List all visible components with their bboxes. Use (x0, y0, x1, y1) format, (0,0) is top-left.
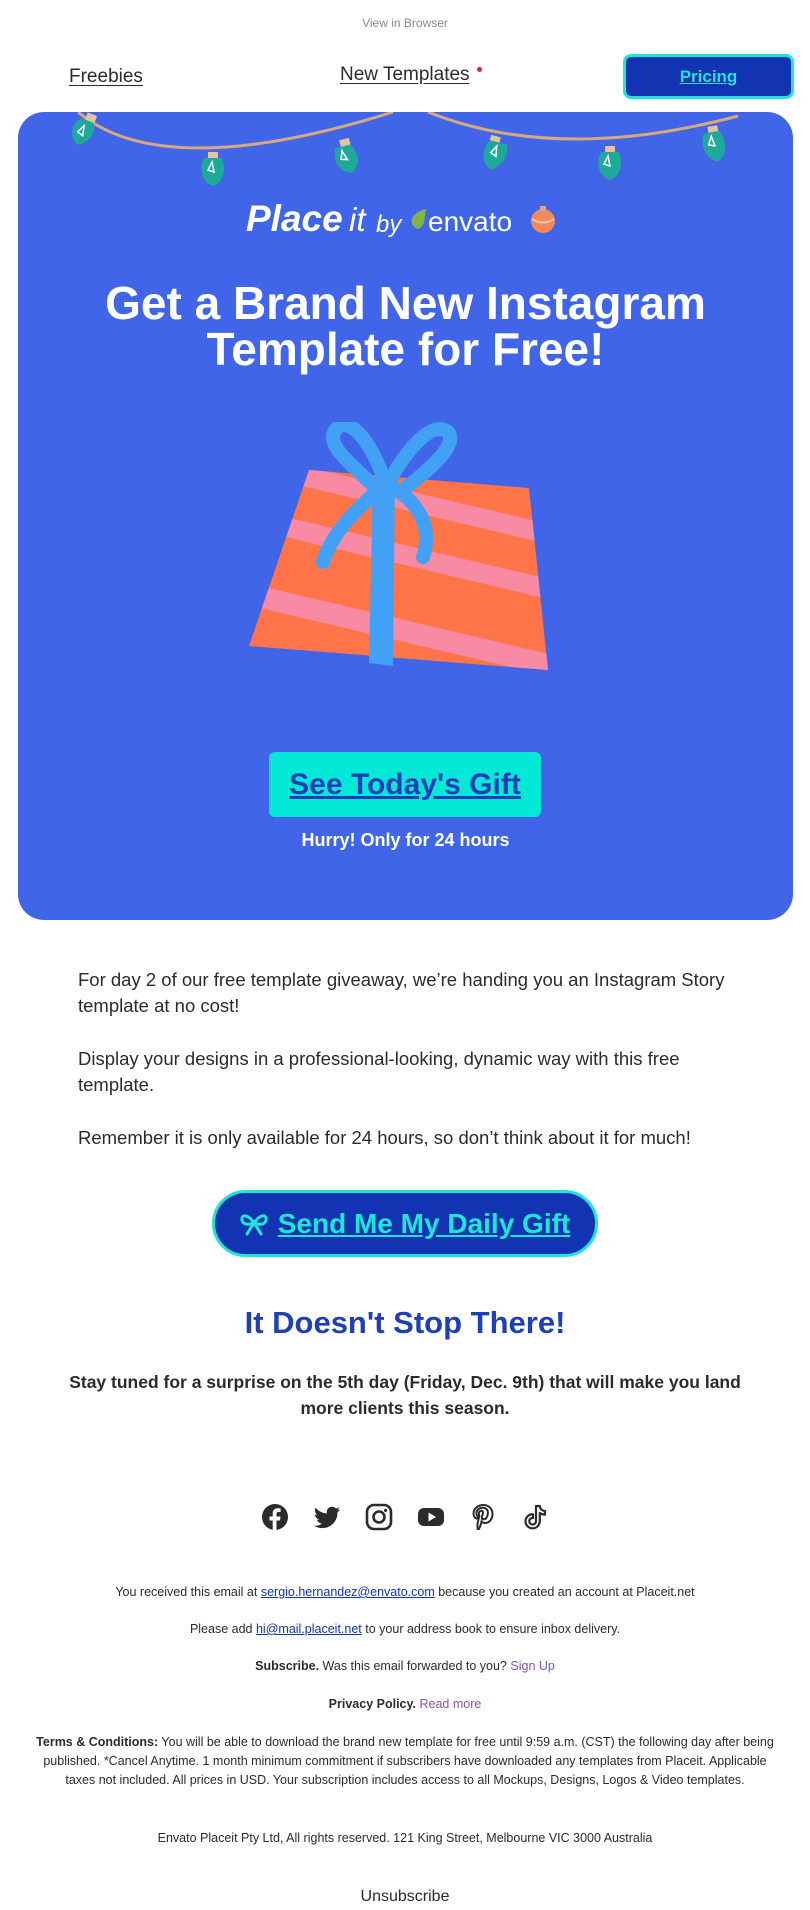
youtube-icon[interactable] (417, 1503, 445, 1536)
light-bulb-icon (334, 137, 358, 173)
instagram-icon[interactable] (365, 1503, 393, 1536)
send-daily-gift-label: Send Me My Daily Gift (277, 1207, 571, 1239)
footer-address-book-notice: Please add hi@mail.placeit.net to your a… (30, 1620, 780, 1639)
pricing-button[interactable]: Pricing (623, 54, 794, 99)
view-in-browser[interactable]: View in Browser (0, 16, 810, 30)
add-pre-text: Please add (189, 1622, 253, 1636)
footer-subscribe: Subscribe. Was this email forwarded to y… (30, 1657, 780, 1676)
footer-privacy: Privacy Policy. Read more (30, 1695, 780, 1714)
nav-new-templates-link[interactable]: New Templates (340, 64, 482, 86)
terms-label: Terms & Conditions: (36, 1735, 159, 1749)
privacy-read-more-link[interactable]: Read more (419, 1697, 481, 1711)
footer-terms: Terms & Conditions: You will be able to … (30, 1733, 780, 1790)
body-paragraph-2: Display your designs in a professional-l… (78, 1048, 680, 1095)
add-post-text: to your address book to ensure inbox del… (365, 1622, 621, 1636)
social-links (0, 1503, 810, 1536)
see-todays-gift-button[interactable]: See Today's Gift (269, 752, 541, 817)
light-bulb-icon (201, 152, 224, 186)
gift-box-illustration (249, 422, 548, 670)
body-paragraph-3: Remember it is only available for 24 hou… (78, 1127, 691, 1148)
svg-text:envato: envato (428, 206, 512, 237)
privacy-label: Privacy Policy. (328, 1697, 416, 1711)
hurry-text: Hurry! Only for 24 hours (301, 830, 510, 850)
teaser-text: Stay tuned for a surprise on the 5th day… (69, 1372, 741, 1418)
subscribe-text: Was this email forwarded to you? (322, 1659, 507, 1673)
body-paragraph-1: For day 2 of our free template giveaway,… (78, 969, 725, 1016)
light-bulb-icon (72, 112, 98, 145)
view-in-browser-link[interactable]: View in Browser (362, 16, 448, 30)
subscribe-label: Subscribe. (255, 1659, 320, 1673)
footer-company-address: Envato Placeit Pty Ltd, All rights reser… (157, 1831, 653, 1845)
top-nav: Freebies New Templates Pricing (0, 54, 810, 100)
hero-title: Get a Brand New Instagram Template for F… (105, 277, 706, 375)
pinterest-icon[interactable] (469, 1503, 497, 1536)
nav-freebies-link[interactable]: Freebies (69, 66, 143, 88)
received-pre-text: You received this email at (115, 1585, 258, 1599)
bow-icon (240, 1213, 268, 1235)
logo-graphic: Place it by envato (246, 198, 555, 239)
hero-banner: Place it by envato Get a Brand New Insta… (18, 112, 793, 920)
footer-received-notice: You received this email at sergio.hernan… (30, 1583, 780, 1602)
send-daily-gift-button[interactable]: Send Me My Daily Gift (212, 1190, 598, 1257)
nav-new-templates-label: New Templates (340, 64, 470, 85)
light-bulb-icon (483, 134, 508, 170)
received-post-text: because you created an account at Placei… (438, 1585, 695, 1599)
facebook-icon[interactable] (261, 1503, 289, 1536)
tiktok-icon[interactable] (521, 1503, 549, 1536)
placeit-envato-logo: Place it by envato (18, 198, 793, 247)
sign-up-link[interactable]: Sign Up (510, 1659, 554, 1673)
twitter-icon[interactable] (313, 1503, 341, 1536)
svg-text:it: it (349, 201, 367, 238)
light-bulb-icon (702, 125, 726, 162)
svg-text:Place: Place (246, 198, 343, 239)
new-indicator-dot (476, 67, 482, 72)
sender-email-link[interactable]: hi@mail.placeit.net (256, 1622, 362, 1636)
recipient-email-link[interactable]: sergio.hernandez@envato.com (261, 1585, 435, 1599)
light-bulb-icon (598, 146, 621, 180)
teaser-title: It Doesn't Stop There! (244, 1305, 566, 1340)
unsubscribe-link[interactable]: Unsubscribe (0, 1888, 810, 1906)
svg-text:by: by (376, 211, 403, 238)
string-lights-decoration (72, 112, 739, 186)
